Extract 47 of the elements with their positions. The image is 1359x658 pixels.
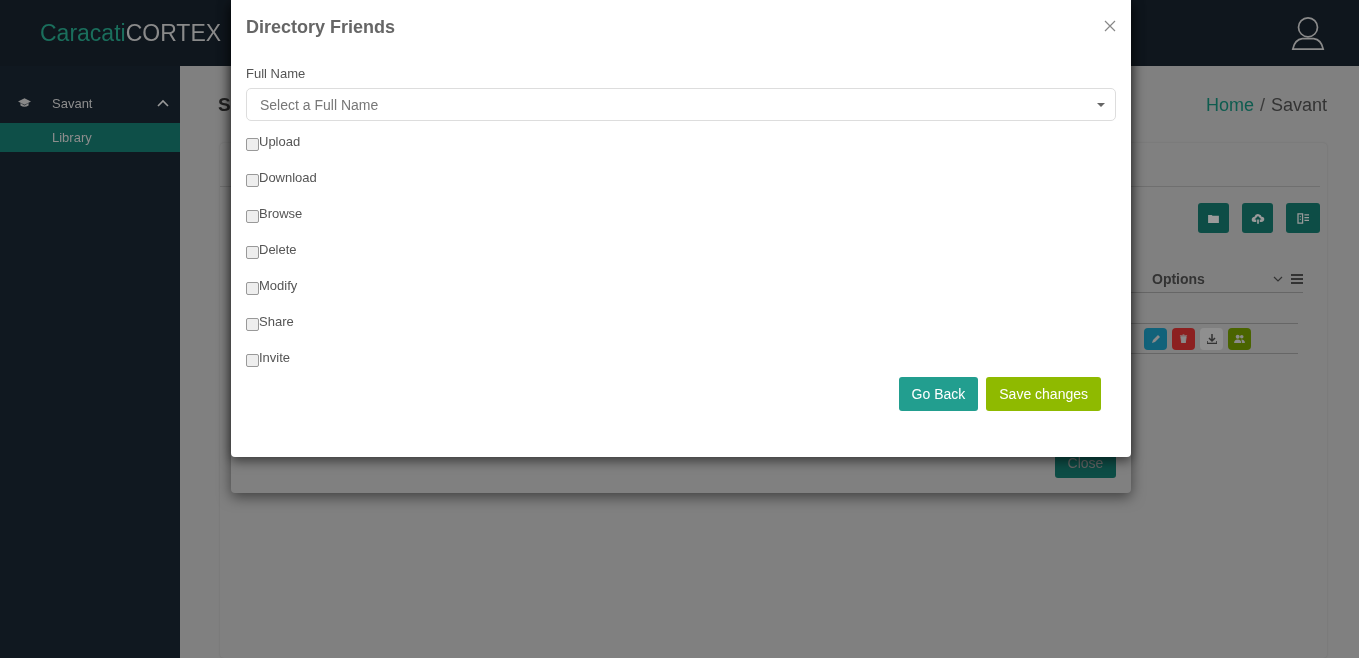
checkbox-label: Browse — [259, 206, 303, 221]
dialog-button[interactable]: Go Back — [898, 377, 979, 411]
caret-icon — [1097, 102, 1105, 107]
sidebar-item[interactable]: Savant — [0, 90, 180, 116]
close-icon[interactable] — [1104, 19, 1116, 32]
document-list-icon — [1296, 212, 1310, 224]
download-button[interactable] — [1200, 327, 1223, 350]
trash-icon — [1179, 334, 1188, 343]
chevron-icon — [157, 99, 169, 107]
checkbox-label: Invite — [259, 350, 291, 365]
sidebar-subitem[interactable]: Library — [0, 123, 180, 152]
breadcrumb-item[interactable]: Home — [1205, 95, 1254, 116]
users-icon — [1234, 334, 1245, 343]
user-avatar-icon[interactable] — [1289, 14, 1327, 52]
checkbox[interactable] — [246, 354, 259, 367]
checkbox[interactable] — [246, 210, 259, 223]
folder-button[interactable] — [1198, 203, 1229, 233]
field-label: Full Name — [246, 66, 307, 81]
chevron-down-icon[interactable] — [1273, 275, 1283, 282]
share-users-button[interactable] — [1228, 327, 1251, 350]
cloud-upload-icon — [1250, 212, 1265, 224]
delete-button[interactable] — [1172, 327, 1195, 350]
upload-button[interactable] — [1242, 203, 1273, 233]
breadcrumb-separator: / — [1259, 95, 1265, 116]
breadcrumb-item: Savant — [1270, 95, 1327, 116]
checkbox-label: Upload — [259, 134, 301, 149]
checkbox[interactable] — [246, 138, 259, 151]
pencil-icon — [1150, 333, 1161, 344]
app-logo: CaracatiCORTEX — [40, 19, 222, 47]
checkbox[interactable] — [246, 318, 259, 331]
checkbox[interactable] — [246, 282, 259, 295]
checkbox-label: Modify — [259, 278, 298, 293]
dialog-title: Directory Friends — [246, 17, 396, 38]
menu-icon[interactable] — [1291, 273, 1303, 284]
list-button[interactable] — [1286, 203, 1320, 233]
full-name-dropdown[interactable]: Select a Full Name — [246, 88, 1116, 121]
folder-icon — [1208, 213, 1219, 223]
page-title: S — [218, 93, 231, 116]
checkbox-label: Delete — [259, 242, 297, 257]
graduation-cap-icon — [18, 98, 31, 108]
checkbox-label: Download — [259, 170, 317, 185]
checkbox-label: Share — [259, 314, 294, 329]
download-icon — [1206, 333, 1217, 344]
checkbox[interactable] — [246, 246, 259, 259]
dialog-button[interactable]: Save changes — [986, 377, 1101, 411]
checkbox[interactable] — [246, 174, 259, 187]
edit-button[interactable] — [1144, 327, 1167, 350]
